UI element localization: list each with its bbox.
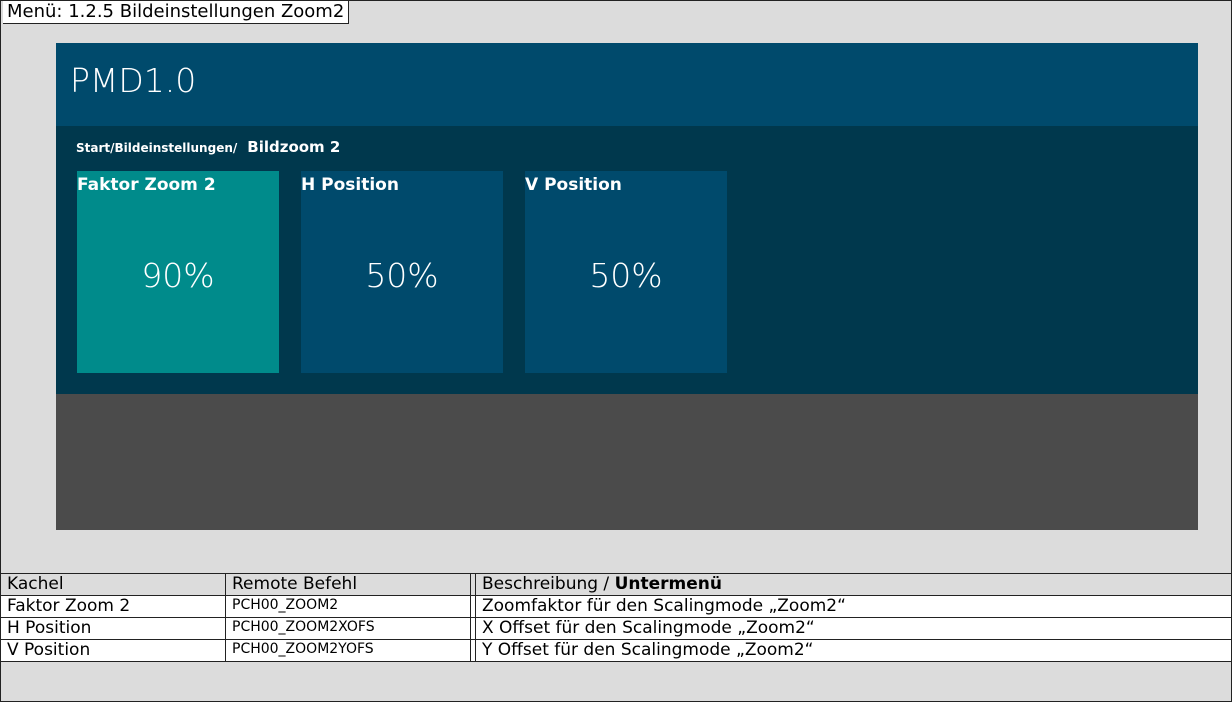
table-row: V Position PCH00_ZOOM2YOFS Y Offset für … xyxy=(0,639,1232,662)
cell-kachel: H Position xyxy=(0,617,226,640)
cell-remote-befehl: PCH00_ZOOM2YOFS xyxy=(225,639,471,662)
app-screen: PMD1.0 Start/Bildeinstellungen/Bildzoom … xyxy=(56,43,1198,530)
header-untermenu-label: Untermenü xyxy=(614,574,722,594)
header-remote-befehl: Remote Befehl xyxy=(225,573,471,596)
app-title: PMD1.0 xyxy=(70,61,197,100)
cell-kachel: Faktor Zoom 2 xyxy=(0,595,226,618)
command-table: Kachel Remote Befehl Beschreibung / Unte… xyxy=(0,573,1232,662)
cell-remote-befehl: PCH00_ZOOM2 xyxy=(225,595,471,618)
cell-beschreibung: Zoomfaktor für den Scalingmode „Zoom2“ xyxy=(475,595,1232,618)
tile-label: V Position xyxy=(525,175,622,195)
breadcrumb: Start/Bildeinstellungen/Bildzoom 2 xyxy=(76,138,340,157)
tile-label: Faktor Zoom 2 xyxy=(77,175,216,195)
cell-remote-befehl: PCH00_ZOOM2XOFS xyxy=(225,617,471,640)
header-beschreibung: Beschreibung / Untermenü xyxy=(475,573,1232,596)
tile-h-position[interactable]: H Position 50% xyxy=(301,171,503,373)
app-header: PMD1.0 xyxy=(56,43,1198,126)
tile-value: 50% xyxy=(589,256,663,295)
breadcrumb-path[interactable]: Start/Bildeinstellungen/ xyxy=(76,141,237,155)
breadcrumb-current: Bildzoom 2 xyxy=(247,138,341,156)
tile-area: Start/Bildeinstellungen/Bildzoom 2 Fakto… xyxy=(56,126,1198,394)
cell-kachel: V Position xyxy=(0,639,226,662)
tile-value: 90% xyxy=(141,256,215,295)
header-kachel: Kachel xyxy=(0,573,226,596)
cell-beschreibung: X Offset für den Scalingmode „Zoom2“ xyxy=(475,617,1232,640)
tile-label: H Position xyxy=(301,175,399,195)
header-beschreibung-label: Beschreibung / xyxy=(482,574,615,594)
table-row: Faktor Zoom 2 PCH00_ZOOM2 Zoomfaktor für… xyxy=(0,595,1232,618)
tile-faktor-zoom-2[interactable]: Faktor Zoom 2 90% xyxy=(77,171,279,373)
table-header-row: Kachel Remote Befehl Beschreibung / Unte… xyxy=(0,573,1232,596)
tile-value: 50% xyxy=(365,256,439,295)
tile-v-position[interactable]: V Position 50% xyxy=(525,171,727,373)
cell-beschreibung: Y Offset für den Scalingmode „Zoom2“ xyxy=(475,639,1232,662)
table-row: H Position PCH00_ZOOM2XOFS X Offset für … xyxy=(0,617,1232,640)
menu-title: Menü: 1.2.5 Bildeinstellungen Zoom2 xyxy=(3,1,350,24)
